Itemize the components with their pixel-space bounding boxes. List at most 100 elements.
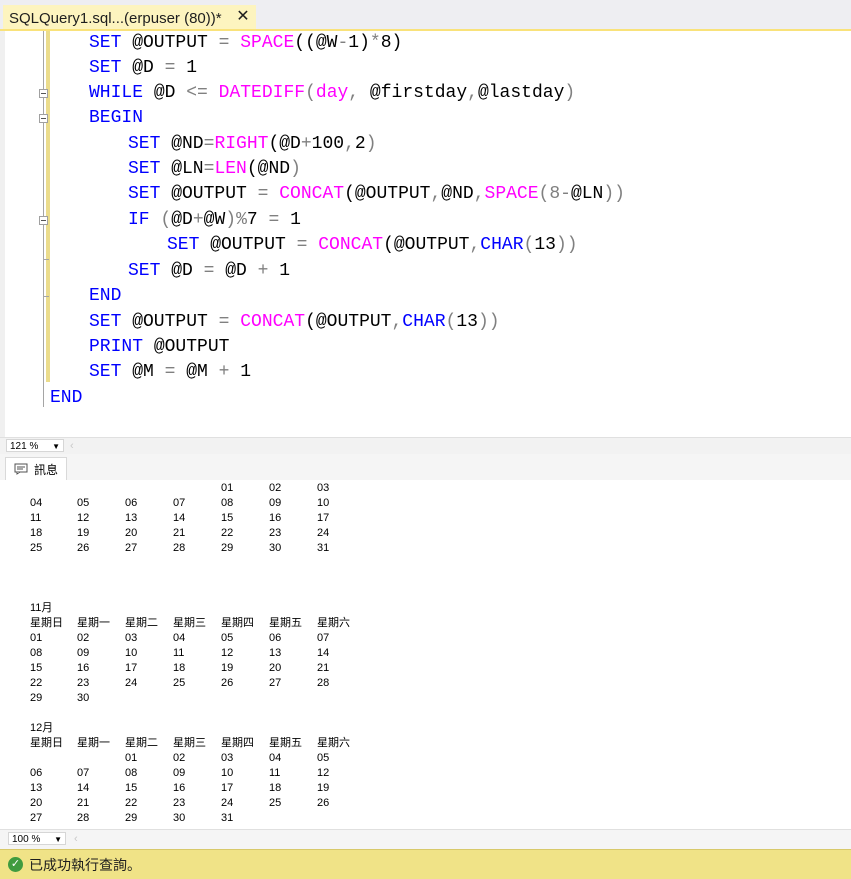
message-cell: 04 (173, 632, 186, 644)
results-zoom-bar: 100 % ▼ ‹ (0, 829, 851, 849)
message-cell: 18 (173, 662, 186, 674)
results-tab-strip: 訊息 (0, 454, 851, 481)
zoom-level-select[interactable]: 121 % ▼ (6, 439, 64, 452)
code-token: @OUTPUT (199, 235, 297, 255)
code-token: SET (89, 312, 122, 332)
code-token: @LN (570, 184, 604, 204)
message-cell: 19 (221, 662, 234, 674)
code-token: (@D (268, 134, 301, 154)
messages-pane[interactable]: 01 02 03 04 05 06 07 08 09 10 11 12 13 14 15 16 17 18 19 20… (0, 480, 851, 829)
document-tab[interactable]: SQLQuery1.sql...(erpuser (80))* ✕ (3, 5, 256, 31)
message-cell: 星期四 (221, 737, 254, 749)
code-token: = (203, 159, 215, 179)
message-cell: 20 (125, 527, 138, 539)
message-cell: 10 (125, 647, 138, 659)
message-cell: 21 (173, 527, 186, 539)
code-line: PRINT @OUTPUT (89, 335, 229, 360)
message-cell: 14 (77, 782, 90, 794)
code-token: SET (89, 58, 122, 78)
message-cell: 01 (221, 482, 234, 494)
message-cell: 08 (125, 767, 138, 779)
code-token: (@OUTPUT (344, 184, 431, 204)
tab-messages[interactable]: 訊息 (5, 457, 67, 480)
message-cell: 02 (77, 632, 90, 644)
code-token: CHAR (480, 235, 524, 255)
code-token: 1 (279, 210, 301, 230)
message-cell: 10 (317, 497, 330, 509)
scroll-left-icon[interactable]: ‹ (70, 438, 74, 454)
code-token: CONCAT (279, 184, 345, 204)
message-cell: 09 (77, 647, 90, 659)
code-token: SPACE (484, 184, 539, 204)
code-token: (@OUTPUT (305, 312, 392, 332)
message-cell: 02 (173, 752, 186, 764)
message-cell: 08 (221, 497, 234, 509)
close-icon[interactable]: ✕ (234, 8, 252, 26)
document-tab-title: SQLQuery1.sql...(erpuser (80))* (9, 9, 222, 27)
code-token: , (344, 134, 355, 154)
message-cell: 15 (221, 512, 234, 524)
message-cell: 星期二 (125, 617, 158, 629)
code-token: % (236, 210, 247, 230)
code-token: @LN (160, 159, 204, 179)
code-token: 2 (354, 134, 366, 154)
message-cell: 05 (77, 497, 90, 509)
message-cell: 02 (269, 482, 282, 494)
code-token: @OUTPUT (121, 33, 219, 53)
code-token: @M (175, 362, 219, 382)
message-cell: 29 (30, 692, 43, 704)
code-token: <= (186, 83, 208, 103)
code-token: )) (603, 184, 625, 204)
results-zoom-select[interactable]: 100 % ▼ (8, 832, 66, 845)
code-line: BEGIN (89, 106, 143, 131)
message-cell: 17 (125, 662, 138, 674)
check-icon: ✓ (8, 857, 23, 872)
code-token: CONCAT (240, 312, 306, 332)
message-cell: 28 (77, 812, 90, 824)
scroll-left-icon[interactable]: ‹ (74, 831, 78, 847)
message-cell: 06 (269, 632, 282, 644)
message-cell: 星期五 (269, 617, 302, 629)
code-token: ( (160, 210, 172, 230)
code-token: BEGIN (89, 108, 144, 128)
code-token: @OUTPUT (121, 312, 219, 332)
code-editor[interactable]: SET @OUTPUT = SPACE((@W-1)*8) SET @D = 1W… (0, 31, 851, 437)
message-cell: 03 (125, 632, 138, 644)
message-cell: 16 (173, 782, 186, 794)
code-token: , (473, 184, 485, 204)
editor-zoom-bar: 121 % ▼ ‹ (0, 437, 851, 454)
message-cell: 星期五 (269, 737, 302, 749)
code-token: = (268, 210, 280, 230)
message-cell: 15 (125, 782, 138, 794)
code-line: END (50, 386, 82, 411)
message-cell: 13 (269, 647, 282, 659)
message-cell: 28 (317, 677, 330, 689)
message-cell: 26 (221, 677, 234, 689)
message-cell: 27 (269, 677, 282, 689)
code-token: RIGHT (214, 134, 269, 154)
code-token: - (560, 184, 571, 204)
message-cell: 24 (125, 677, 138, 689)
code-line: IF (@D+@W)%7 = 1 (128, 208, 301, 233)
code-token: , (469, 235, 481, 255)
code-line: END (89, 284, 121, 309)
code-token: ( (523, 235, 535, 255)
message-cell: 30 (173, 812, 186, 824)
message-cell: 14 (173, 512, 186, 524)
code-token: WHILE (89, 83, 144, 103)
message-cell: 27 (30, 812, 43, 824)
message-cell: 19 (317, 782, 330, 794)
message-cell: 25 (30, 542, 43, 554)
message-cell: 星期六 (317, 617, 350, 629)
code-token: * (369, 33, 381, 53)
message-cell: 23 (269, 527, 282, 539)
message-cell: 17 (221, 782, 234, 794)
message-cell: 25 (173, 677, 186, 689)
message-cell: 06 (30, 767, 43, 779)
code-token: @OUTPUT (143, 337, 230, 357)
message-cell: 09 (269, 497, 282, 509)
code-token: 1 (175, 58, 198, 78)
message-cell: 07 (77, 767, 90, 779)
message-cell: 26 (317, 797, 330, 809)
